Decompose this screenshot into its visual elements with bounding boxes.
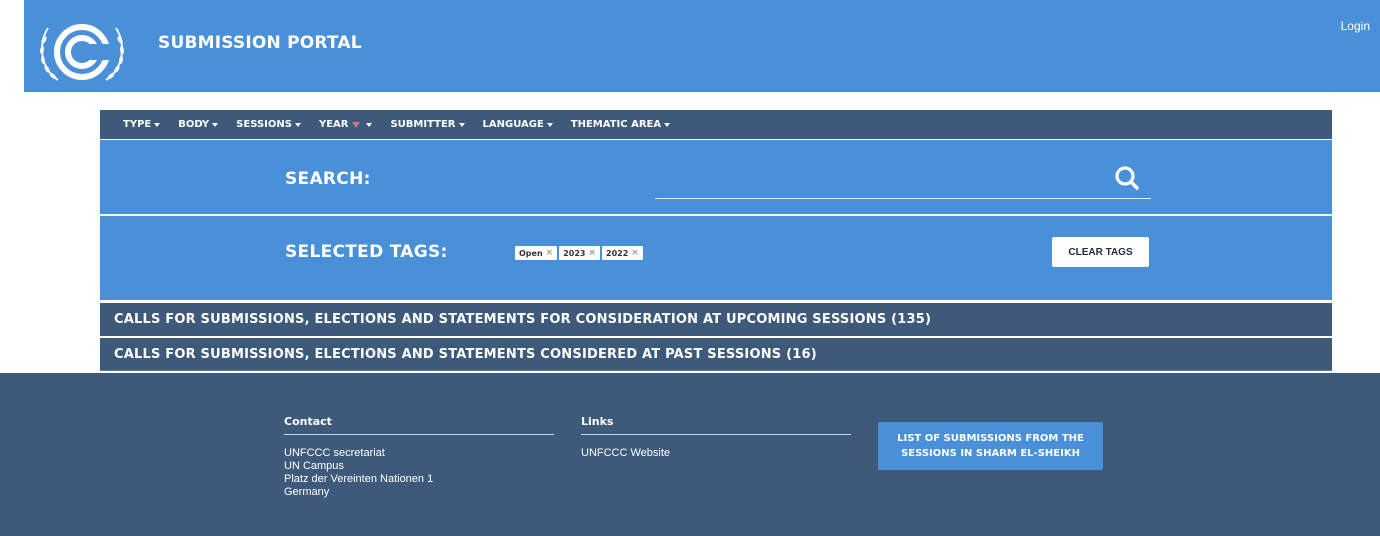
tag-label: 2023 <box>563 248 586 258</box>
chevron-down-icon <box>294 122 301 127</box>
contact-heading: Contact <box>284 415 554 435</box>
tag-chip: 2023 × <box>559 246 601 260</box>
chevron-down-icon <box>546 122 553 127</box>
button-label-line: LIST OF SUBMISSIONS FROM THE <box>897 433 1084 444</box>
chevron-down-icon <box>212 122 219 127</box>
chevron-down-icon <box>664 122 671 127</box>
unfccc-website-link[interactable]: UNFCCC Website <box>581 447 851 460</box>
chevron-down-icon <box>458 122 465 127</box>
clear-tags-button[interactable]: CLEAR TAGS <box>1052 237 1149 267</box>
site-title: SUBMISSION PORTAL <box>158 33 362 53</box>
login-link[interactable]: Login <box>1341 19 1370 33</box>
nav-type-dropdown[interactable]: TYPE <box>123 119 161 130</box>
links-heading: Links <box>581 415 851 435</box>
links-column: Links UNFCCC Website <box>581 415 851 460</box>
nav-submitter-dropdown[interactable]: SUBMITTER <box>390 119 465 130</box>
chevron-down-icon <box>154 122 161 127</box>
contact-line: UN Campus <box>284 460 344 472</box>
search-input[interactable] <box>655 164 1151 199</box>
nav-language-label: LANGUAGE <box>482 119 544 130</box>
remove-tag-icon[interactable]: × <box>588 248 596 258</box>
tag-list: Open × 2023 × 2022 × <box>515 246 643 260</box>
tag-chip: 2022 × <box>602 246 643 260</box>
nav-language-dropdown[interactable]: LANGUAGE <box>483 119 553 130</box>
selected-tags-label: SELECTED TAGS: <box>285 242 448 262</box>
search-panel: SEARCH: <box>100 140 1332 214</box>
chevron-down-icon <box>366 122 373 127</box>
nav-body-label: BODY <box>178 119 210 130</box>
nav-sessions-dropdown[interactable]: SESSIONS <box>236 119 301 130</box>
button-label-line: SESSIONS IN SHARM EL-SHEIKH <box>901 448 1080 459</box>
contact-column: Contact UNFCCC secretariat UN Campus Pla… <box>284 415 554 499</box>
contact-line: Platz der Vereinten Nationen 1 <box>284 473 434 485</box>
upcoming-sessions-section[interactable]: CALLS FOR SUBMISSIONS, ELECTIONS AND STA… <box>100 303 1332 336</box>
tag-label: 2022 <box>606 248 629 258</box>
tag-label: Open <box>519 248 543 258</box>
remove-tag-icon[interactable]: × <box>546 248 554 258</box>
selected-tags-panel: SELECTED TAGS: Open × 2023 × 2022 × CLEA… <box>100 216 1332 300</box>
nav-thematic-area-label: THEMATIC AREA <box>570 119 662 130</box>
tag-chip: Open × <box>515 246 558 260</box>
site-header: SUBMISSION PORTAL Login <box>24 0 1380 92</box>
sharm-el-sheikh-submissions-button[interactable]: LIST OF SUBMISSIONS FROM THE SESSIONS IN… <box>878 422 1103 470</box>
nav-year-dropdown[interactable]: YEAR <box>319 119 373 130</box>
filter-icon <box>352 121 361 128</box>
search-icon[interactable] <box>1114 165 1140 191</box>
nav-thematic-area-dropdown[interactable]: THEMATIC AREA <box>570 119 671 130</box>
contact-line: UNFCCC secretariat <box>284 447 385 459</box>
filter-navbar: TYPE BODY SESSIONS YEAR SUBMITTER LANGUA… <box>100 110 1332 139</box>
search-label: SEARCH: <box>285 169 371 189</box>
nav-submitter-label: SUBMITTER <box>390 119 456 130</box>
unfccc-logo-icon[interactable] <box>34 18 130 86</box>
nav-body-dropdown[interactable]: BODY <box>178 119 219 130</box>
site-footer: Contact UNFCCC secretariat UN Campus Pla… <box>0 373 1380 536</box>
nav-sessions-label: SESSIONS <box>236 119 292 130</box>
remove-tag-icon[interactable]: × <box>631 248 639 258</box>
past-sessions-section[interactable]: CALLS FOR SUBMISSIONS, ELECTIONS AND STA… <box>100 338 1332 371</box>
contact-line: Germany <box>284 486 330 498</box>
nav-type-label: TYPE <box>123 119 152 130</box>
nav-year-label: YEAR <box>318 119 349 130</box>
